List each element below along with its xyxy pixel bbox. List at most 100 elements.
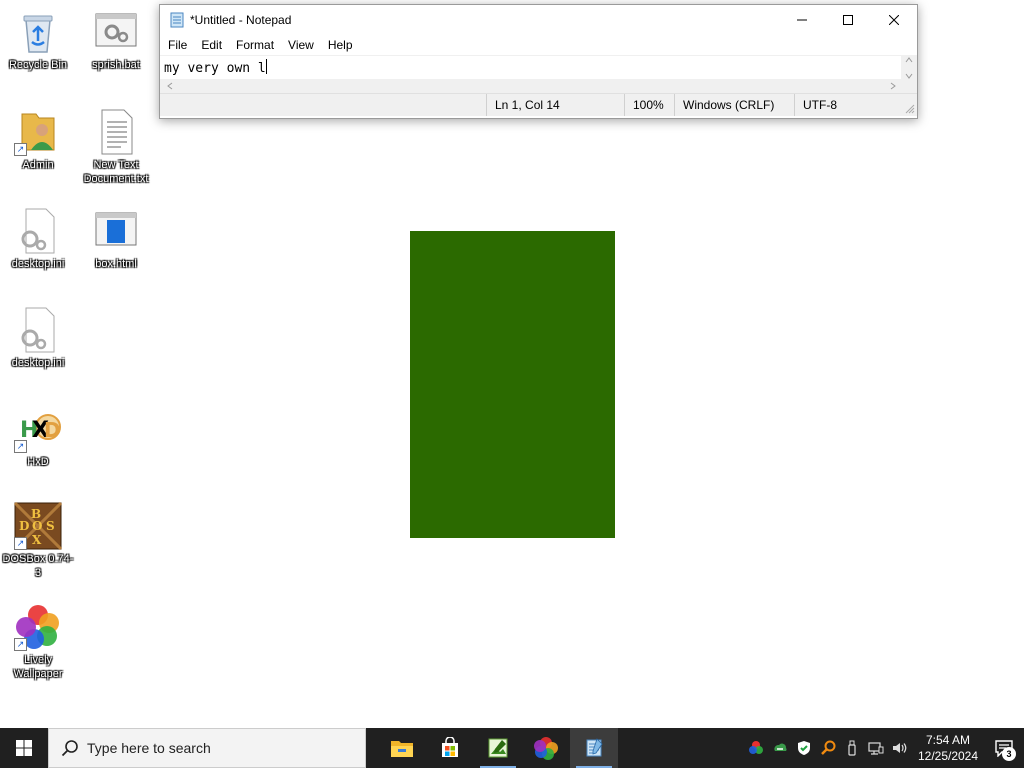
menu-help[interactable]: Help [322,38,361,52]
scroll-up-icon[interactable] [905,56,913,64]
batch-file-icon [92,8,140,56]
color-app-icon [534,737,558,760]
scroll-left-icon[interactable] [166,82,174,90]
scroll-right-icon[interactable] [889,82,897,90]
hxd-icon: H X D ↗ [14,405,62,453]
settings-file-icon [14,306,62,354]
editor-content: my very own l [164,61,266,76]
taskbar-file-explorer[interactable] [378,728,426,768]
svg-text:O: O [32,519,42,533]
status-zoom: 100% [624,94,674,116]
lively-wallpaper-icon: ↗ [14,603,62,651]
desktop-icon-label: Admin [22,159,54,171]
search-icon [61,740,78,757]
status-line-ending: Windows (CRLF) [674,94,794,116]
html-file-icon [92,207,140,255]
title-bar[interactable]: *Untitled - Notepad [160,5,917,35]
status-encoding: UTF-8 [794,94,894,116]
maximize-button[interactable] [825,5,871,35]
magnifier-icon [821,740,836,755]
close-button[interactable] [871,5,917,35]
system-tray: 7:54 AM 12/25/2024 3 [744,728,1024,768]
microsoft-store-icon [442,737,458,757]
tray-volume[interactable] [888,728,912,768]
desktop-icon-admin[interactable]: ↗ Admin [0,108,76,172]
desktop-icon-hxd[interactable]: H X D ↗ HxD [0,405,76,469]
desktop-icon-desktop-ini-2[interactable]: desktop.ini [0,306,76,370]
start-button[interactable] [0,728,48,768]
desktop-icon-lively-wallpaper[interactable]: ↗ Lively Wallpaper [0,603,76,681]
file-explorer-icon [391,741,413,757]
desktop-icon-desktop-ini-1[interactable]: desktop.ini [0,207,76,271]
tray-security[interactable] [792,728,816,768]
dosbox-icon: B D O S X ↗ [13,501,63,551]
close-icon [889,15,899,25]
settings-file-icon [14,207,62,255]
desktop-icon-label: sprish.bat [92,59,140,71]
tray-network[interactable] [864,728,888,768]
desktop-icon-sprish-bat[interactable]: sprish.bat [78,8,154,72]
sync-cloud-icon [774,743,787,751]
tray-search-app[interactable] [816,728,840,768]
taskbar-color-app[interactable] [522,728,570,768]
taskbar: Type here to search 7:54 AM 12/25/2024 3 [0,728,1024,768]
svg-text:X: X [32,533,42,547]
taskbar-clock[interactable]: 7:54 AM 12/25/2024 [912,732,984,764]
shortcut-arrow-icon: ↗ [14,440,27,453]
user-folder-icon: ↗ [14,108,62,156]
menu-view[interactable]: View [282,38,322,52]
network-icon [868,742,884,755]
horizontal-scrollbar[interactable] [160,79,917,93]
status-bar: Ln 1, Col 14 100% Windows (CRLF) UTF-8 [160,93,917,116]
menu-file[interactable]: File [162,38,195,52]
image-editor-icon [488,738,508,758]
window-title: *Untitled - Notepad [190,13,292,27]
shortcut-arrow-icon: ↗ [14,143,27,156]
desktop-icon-label: New Text Document.txt [83,159,149,185]
clock-time: 7:54 AM [925,733,971,747]
windows-logo-icon [16,740,32,756]
menu-format[interactable]: Format [230,38,282,52]
tray-usb[interactable] [840,728,864,768]
notification-center-button[interactable]: 3 [984,728,1024,768]
notepad-window: *Untitled - Notepad File Edit Format Vie… [159,4,918,119]
shortcut-arrow-icon: ↗ [14,638,27,651]
search-placeholder: Type here to search [87,740,211,756]
tray-color-app[interactable] [744,728,768,768]
taskbar-microsoft-store[interactable] [426,728,474,768]
desktop-icon-new-text-document[interactable]: New Text Document.txt [78,108,154,186]
menu-bar: File Edit Format View Help [160,35,917,55]
status-cursor-position: Ln 1, Col 14 [486,94,624,116]
notepad-app-icon [170,12,184,28]
maximize-icon [843,15,853,25]
desktop-icon-label: Lively Wallpaper [13,654,63,680]
desktop-icon-label: box.html [95,258,137,270]
taskbar-search-box[interactable]: Type here to search [48,728,366,768]
clock-date: 12/25/2024 [917,749,979,763]
text-document-icon [92,108,140,156]
tray-sync-app[interactable] [768,728,792,768]
color-wheel-icon [749,741,763,754]
desktop-icon-recycle-bin[interactable]: Recycle Bin [0,8,76,72]
desktop-icon-label: HxD [27,456,49,468]
taskbar-notepad[interactable] [570,728,618,768]
shortcut-arrow-icon: ↗ [14,537,27,550]
taskbar-image-editor[interactable] [474,728,522,768]
notification-badge: 3 [1002,747,1016,761]
desktop-icon-label: DOSBox 0.74-3 [2,553,74,579]
svg-text:S: S [46,519,55,533]
desktop-icon-label: Recycle Bin [8,59,68,71]
desktop-icon-label: desktop.ini [11,357,65,369]
menu-edit[interactable]: Edit [195,38,230,52]
text-editor[interactable]: my very own l [160,55,917,80]
recycle-bin-icon [14,8,62,56]
text-caret [265,59,267,74]
vertical-scrollbar[interactable] [901,56,917,80]
resize-grip-icon[interactable] [905,104,915,114]
desktop-icon-dosbox[interactable]: B D O S X ↗ DOSBox 0.74-3 [0,501,76,580]
minimize-button[interactable] [779,5,825,35]
speaker-icon [893,743,907,753]
desktop-icon-box-html[interactable]: box.html [78,207,154,271]
notepad-icon [586,738,603,757]
usb-drive-icon [848,740,856,756]
